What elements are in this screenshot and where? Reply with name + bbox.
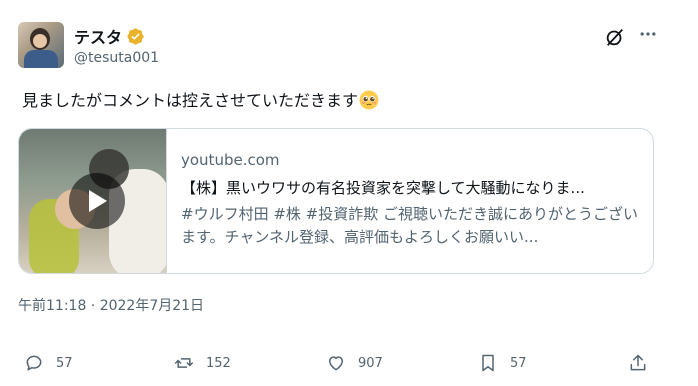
tweet-text-body: 見ましたがコメントは控えさせていただきます — [22, 91, 359, 110]
like-button[interactable]: 907 — [326, 352, 383, 374]
avatar[interactable] — [18, 22, 64, 68]
reply-icon — [26, 355, 42, 371]
bookmark-button[interactable]: 57 — [478, 352, 527, 374]
play-button[interactable] — [69, 173, 125, 229]
card-body: youtube.com 【株】黒いウワサの有名投資家を突撃して大騒動になりま..… — [181, 151, 643, 249]
heart-icon — [329, 356, 343, 371]
card-title: 【株】黒いウワサの有名投資家を突撃して大騒動になりま... — [181, 179, 585, 197]
link-preview-card[interactable]: youtube.com 【株】黒いウワサの有名投資家を突撃して大騒動になりま..… — [18, 128, 654, 274]
play-icon — [89, 190, 107, 212]
more-options-icon[interactable] — [636, 24, 660, 48]
avatar-body — [24, 50, 58, 68]
verified-badge-icon — [127, 27, 144, 45]
author-name-row: テスタ — [74, 25, 145, 47]
tweet-timestamp[interactable]: 午前11:18 · 2022年7月21日 — [18, 295, 204, 315]
card-description: #ウルフ村田 #株 #投資詐欺 ご視聴いただき誠にありがとうございます。チャンネ… — [181, 205, 639, 246]
repost-button[interactable]: 152 — [174, 352, 231, 374]
author-handle[interactable]: @tesuta001 — [74, 50, 159, 66]
display-name[interactable]: テスタ — [74, 24, 122, 48]
ellipsis-icon — [640, 32, 656, 36]
reply-count: 57 — [56, 355, 73, 371]
video-thumbnail[interactable] — [19, 129, 167, 273]
repost-icon — [174, 358, 194, 368]
share-button[interactable] — [628, 352, 648, 374]
repost-count: 152 — [206, 355, 231, 371]
avatar-face — [33, 34, 47, 48]
grok-icon[interactable] — [604, 26, 626, 48]
like-count: 907 — [358, 355, 383, 371]
pleading-face-emoji-icon — [359, 90, 379, 110]
reply-button[interactable]: 57 — [24, 352, 73, 374]
bookmark-count: 57 — [510, 355, 527, 371]
tweet-text: 見ましたがコメントは控えさせていただきます — [22, 90, 379, 112]
card-domain: youtube.com — [181, 151, 280, 169]
share-icon — [630, 354, 646, 371]
bookmark-icon — [482, 354, 494, 372]
